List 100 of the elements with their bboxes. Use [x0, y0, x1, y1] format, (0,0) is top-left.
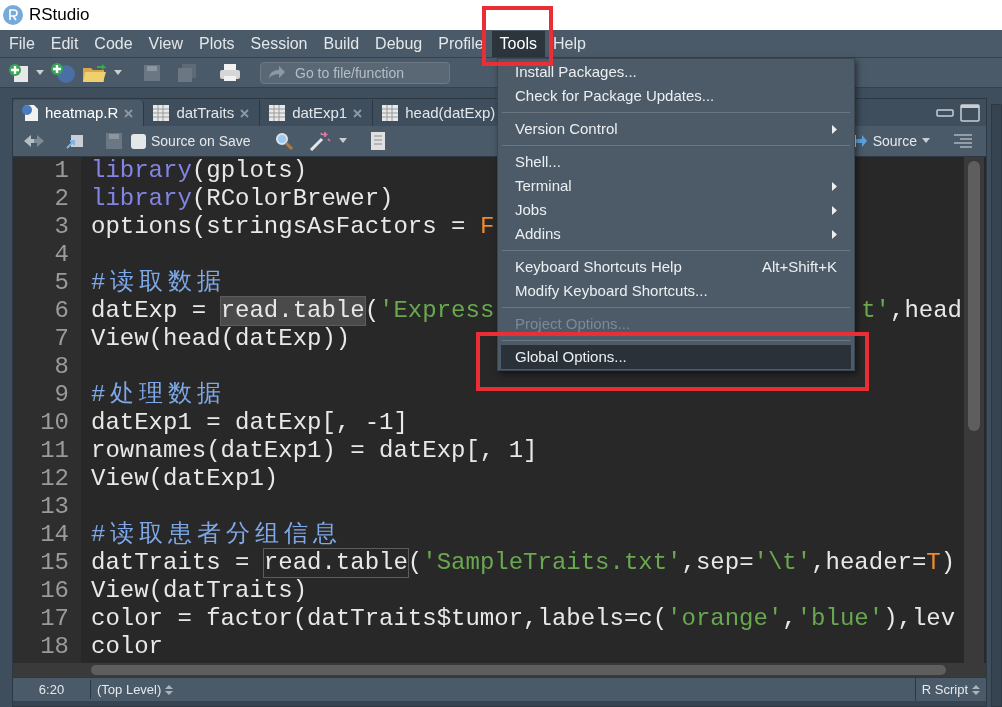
code-token: ) — [940, 549, 956, 577]
line-number: 7 — [54, 325, 69, 353]
code-token: F — [479, 213, 495, 241]
code-token: ( — [364, 297, 380, 325]
line-number: 8 — [54, 353, 69, 381]
line-number: 18 — [40, 633, 69, 661]
code-token: View(head(datExp)) — [91, 325, 351, 353]
code-token: 'Express — [379, 297, 495, 325]
code-token: datExp1 = datExp[, -1] — [91, 409, 408, 437]
save-icon[interactable] — [105, 132, 123, 150]
notebook-icon[interactable] — [368, 131, 387, 151]
updown-icon — [972, 683, 980, 696]
r-file-icon — [21, 104, 39, 122]
menu-item[interactable]: Addins — [501, 222, 851, 246]
app-logo-icon — [3, 5, 23, 25]
window-title: RStudio — [29, 4, 90, 27]
menu-item[interactable]: Plots — [191, 30, 243, 57]
scrollbar-thumb[interactable] — [91, 665, 946, 675]
line-number: 6 — [54, 297, 69, 325]
line-number: 4 — [54, 241, 69, 269]
vertical-scrollbar[interactable] — [964, 157, 984, 663]
code-token: (gplots) — [191, 157, 308, 185]
line-number: 12 — [40, 465, 69, 493]
code-token: View(datExp1) — [91, 465, 279, 493]
code-token: library — [91, 157, 192, 185]
code-token: read.table — [220, 297, 365, 325]
menu-item[interactable]: Terminal — [501, 174, 851, 198]
new-file-icon[interactable] — [8, 62, 30, 83]
menu-item[interactable]: Build — [315, 30, 368, 57]
horizontal-scrollbar[interactable] — [13, 663, 986, 677]
table-icon — [381, 104, 400, 122]
menu-item[interactable]: Keyboard Shortcuts Help Alt+Shift+K — [501, 255, 851, 279]
print-icon[interactable] — [218, 62, 242, 83]
editor-tab[interactable]: heatmap.R — [13, 100, 145, 126]
line-number: 15 — [40, 549, 69, 577]
caret-icon[interactable] — [338, 138, 347, 144]
line-number: 13 — [40, 493, 69, 521]
cursor-position: 6:20 — [13, 679, 91, 700]
new-project-icon[interactable] — [50, 61, 76, 84]
shortcut-text: Alt+Shift+K — [761, 256, 837, 277]
code-token: library — [91, 185, 192, 213]
outline-icon[interactable] — [952, 133, 974, 149]
code-token: color — [91, 633, 163, 661]
caret-icon[interactable] — [114, 69, 122, 76]
scrollbar-thumb[interactable] — [968, 161, 980, 431]
code-token: options(stringsAsFactors = — [91, 213, 467, 241]
show-in-window-icon[interactable] — [65, 132, 85, 150]
code-token: T — [926, 549, 941, 577]
go-to-file-field[interactable]: Go to file/function — [260, 61, 450, 84]
save-icon[interactable] — [142, 62, 162, 83]
code-token: 'blue' — [796, 605, 884, 633]
code-comment: #处理数据 — [91, 381, 227, 409]
menu-item[interactable]: Global Options... — [501, 345, 851, 369]
menu-item[interactable]: Profile — [430, 30, 492, 57]
scope-selector[interactable]: (Top Level) — [91, 679, 174, 700]
code-token: ( — [407, 549, 423, 577]
menu-item[interactable]: Debug — [367, 30, 431, 57]
menu-item[interactable]: View — [140, 30, 191, 57]
line-number: 1 — [54, 157, 69, 185]
menu-item[interactable]: Install Packages... — [501, 60, 851, 84]
code-token: ,head — [890, 297, 962, 325]
folder-icon[interactable] — [82, 62, 108, 83]
close-icon[interactable] — [124, 108, 134, 118]
search-icon[interactable] — [274, 132, 293, 150]
checkbox[interactable] — [131, 133, 146, 149]
code-token: datTraits = — [91, 549, 251, 577]
menu-item[interactable]: Modify Keyboard Shortcuts... — [501, 279, 851, 303]
menu-item[interactable]: File — [1, 30, 43, 57]
menu-item[interactable]: Tools — [491, 30, 545, 57]
table-icon — [268, 104, 287, 122]
menu-item[interactable]: Jobs — [501, 198, 851, 222]
menu-item[interactable]: Shell... — [501, 150, 851, 174]
back-icon[interactable] — [23, 134, 45, 148]
line-number: 11 — [40, 437, 69, 465]
line-number: 16 — [40, 577, 69, 605]
code-token: '\t' — [753, 549, 812, 577]
menu-item[interactable]: Edit — [42, 30, 87, 57]
code-token: datExp = — [91, 297, 208, 325]
minimize-pane-icon[interactable] — [936, 107, 954, 118]
menu-item[interactable]: Code — [86, 30, 141, 57]
code-token: t' — [861, 297, 890, 325]
code-token: (RColorBrewer) — [191, 185, 394, 213]
line-number: 5 — [54, 269, 69, 297]
line-number: 2 — [54, 185, 69, 213]
line-number: 9 — [54, 381, 69, 409]
file-type-selector[interactable]: R Script — [914, 678, 986, 701]
magic-wand-icon[interactable] — [308, 131, 331, 151]
close-icon[interactable] — [353, 108, 363, 118]
arrow-icon — [268, 64, 286, 79]
code-token: ),lev — [883, 605, 956, 633]
code-token: rownames(datExp1) = datExp[, 1] — [91, 437, 538, 465]
checkbox-label[interactable]: Source on Save — [151, 130, 251, 152]
menu-item[interactable]: Session — [242, 30, 316, 57]
code-token: color = factor(datTraits$tumor,labels=c( — [91, 605, 668, 633]
updown-icon — [165, 683, 174, 696]
caret-icon — [922, 138, 930, 144]
menu-item[interactable]: Help — [544, 30, 594, 57]
caret-icon[interactable] — [36, 69, 44, 76]
maximize-pane-icon[interactable] — [960, 103, 980, 122]
close-icon[interactable] — [240, 108, 250, 118]
